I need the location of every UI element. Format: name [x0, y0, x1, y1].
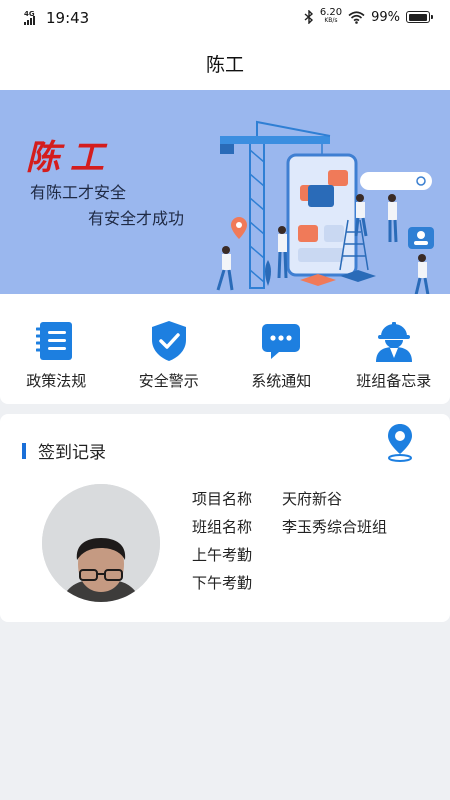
shortcut-label: 班组备忘录 [356, 372, 432, 390]
worker-helmet-icon [373, 320, 415, 362]
info-row-morning-attendance: 上午考勤 [192, 540, 387, 568]
avatar [42, 484, 160, 602]
info-row-team: 班组名称 李玉秀综合班组 [192, 512, 387, 540]
battery-icon [406, 11, 433, 23]
status-right: 6.20 KB/s 99% [304, 7, 433, 25]
banner[interactable]: 陈工 有陈工才安全 有安全才成功 [0, 90, 450, 295]
section-marker [22, 442, 26, 459]
shortcut-label: 系统通知 [251, 372, 312, 390]
title-bar: 陈工 [0, 36, 450, 90]
bluetooth-icon [304, 10, 313, 24]
field-value: 天府新谷 [282, 489, 343, 508]
battery-fill [408, 13, 428, 21]
field-label: 项目名称 [192, 489, 253, 508]
info-row-project: 项目名称 天府新谷 [192, 484, 387, 512]
info-row-afternoon-attendance: 下午考勤 [192, 568, 387, 596]
shortcut-menu: 政策法规 安全警示 系统通知 班组备忘录 [0, 294, 450, 404]
signin-card: 签到记录 项目名称 天府新谷 班组名称 李玉秀综合班组 上午考勤 下午考勤 [0, 414, 450, 622]
signin-header: 签到记录 [22, 438, 106, 463]
status-left: 4G 19:43 [24, 9, 89, 27]
shortcut-notifications[interactable]: 系统通知 [225, 294, 338, 404]
field-label: 下午考勤 [192, 573, 253, 592]
speed-value: 6.20 [319, 7, 343, 18]
field-label: 上午考勤 [192, 545, 253, 564]
person-photo [42, 484, 160, 602]
construction-illustration [216, 120, 434, 295]
shortcut-label: 政策法规 [26, 372, 87, 390]
shield-check-icon [148, 320, 190, 362]
battery-percent: 99% [371, 9, 400, 25]
signin-title: 签到记录 [38, 443, 106, 463]
wifi-icon [348, 10, 365, 24]
chat-bubble-icon [260, 320, 302, 362]
shortcut-safety-warning[interactable]: 安全警示 [113, 294, 226, 404]
network-indicator: 4G [24, 11, 42, 25]
page-title: 陈工 [205, 53, 244, 76]
status-time: 19:43 [46, 9, 90, 27]
location-pin-icon[interactable] [386, 422, 414, 462]
field-label: 班组名称 [192, 517, 253, 536]
shortcut-team-memo[interactable]: 班组备忘录 [338, 294, 450, 404]
document-icon [35, 320, 77, 362]
banner-brand: 陈工 [26, 138, 114, 178]
field-value: 李玉秀综合班组 [282, 517, 388, 536]
network-speed: 6.20 KB/s [319, 7, 343, 25]
status-bar: 4G 19:43 6.20 KB/s 99% [0, 0, 450, 36]
signin-info: 项目名称 天府新谷 班组名称 李玉秀综合班组 上午考勤 下午考勤 [192, 484, 387, 596]
banner-slogan-2: 有安全才成功 [88, 209, 185, 228]
shortcut-label: 安全警示 [138, 372, 199, 390]
signal-icon [24, 16, 35, 25]
speed-unit: KB/s [324, 17, 338, 24]
shortcut-policy[interactable]: 政策法规 [0, 294, 113, 404]
banner-slogan-1: 有陈工才安全 [30, 183, 127, 202]
